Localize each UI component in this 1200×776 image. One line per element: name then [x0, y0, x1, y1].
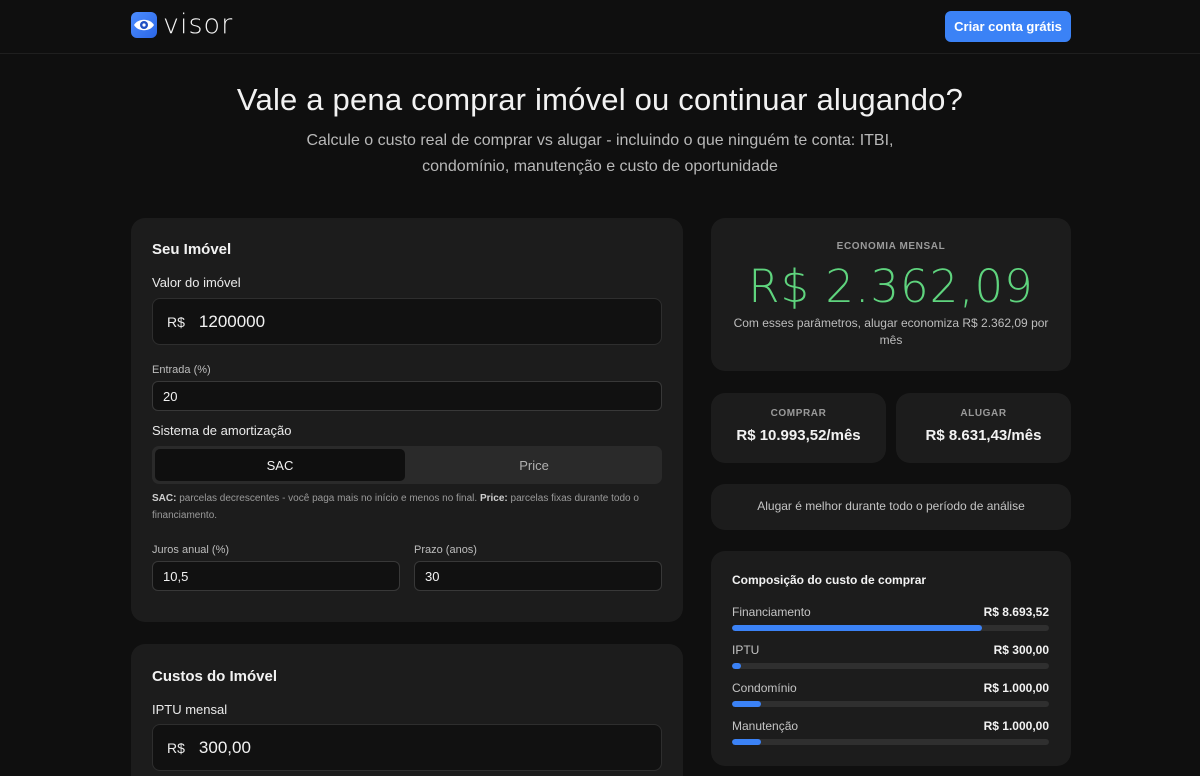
composition-item-name: Condomínio [732, 681, 797, 695]
currency-prefix: R$ [167, 313, 185, 330]
property-value-label: Valor do imóvel [152, 275, 241, 290]
property-value: 1200000 [198, 311, 266, 331]
costs-card: Custos do Imóvel IPTU mensal R$ 300,00 [131, 644, 683, 776]
term-input[interactable]: 30 [414, 561, 662, 591]
eye-icon [131, 12, 157, 38]
buy-cost-card: COMPRAR R$ 10.993,52/mês [711, 393, 886, 463]
amortization-option-sac[interactable]: SAC [155, 449, 405, 481]
buy-value: R$ 10.993,52/mês [736, 427, 861, 444]
create-account-button[interactable]: Criar conta grátis [945, 11, 1071, 42]
top-navigation-bar: visor Criar conta grátis [0, 0, 1200, 54]
help-price-term: Price: [479, 493, 508, 504]
monthly-economy-card: ECONOMIA MENSAL R$ 2.362,09 Com esses pa… [711, 218, 1071, 371]
amortization-toggle: SAC Price [152, 446, 662, 484]
composition-bar-track [732, 701, 1049, 707]
down-payment-input[interactable]: 20 [152, 381, 662, 411]
brand-logo[interactable]: visor [131, 9, 234, 40]
composition-bar-track [732, 663, 1049, 669]
iptu-input[interactable]: R$ 300,00 [152, 724, 662, 771]
property-value-input[interactable]: R$ 1200000 [152, 298, 662, 345]
composition-bar-fill [732, 663, 741, 669]
cost-composition-card: Composição do custo de comprar Financiam… [711, 551, 1071, 766]
composition-bar-track [732, 739, 1049, 745]
amortization-help-text: SAC: parcelas decrescentes - você paga m… [152, 490, 662, 524]
composition-bar-fill [732, 625, 983, 631]
composition-bar-fill [732, 739, 761, 745]
term-label: Prazo (anos) [414, 544, 477, 556]
composition-item-amount: R$ 8.693,52 [983, 605, 1049, 619]
composition-item-amount: R$ 1.000,00 [983, 719, 1049, 733]
page-subtitle: Calcule o custo real de comprar vs aluga… [306, 132, 894, 175]
iptu-label: IPTU mensal [152, 702, 228, 717]
rent-label: ALUGAR [960, 408, 1007, 419]
composition-row-financing: Financiamento R$ 8.693,52 [732, 605, 1049, 635]
composition-title: Composição do custo de comprar [732, 573, 927, 587]
brand-name: visor [163, 9, 234, 40]
amortization-option-price[interactable]: Price [409, 449, 659, 481]
help-sac-text: parcelas decrescentes - você paga mais n… [176, 493, 480, 504]
economy-value: R$ 2.362,09 [748, 260, 1034, 313]
verdict-card: Alugar é melhor durante todo o período d… [711, 484, 1071, 530]
economy-label: ECONOMIA MENSAL [836, 241, 946, 252]
property-card-title: Seu Imóvel [152, 241, 232, 258]
iptu-value: 300,00 [198, 737, 251, 757]
composition-bar-track [732, 625, 1049, 631]
rent-value: R$ 8.631,43/mês [925, 427, 1042, 444]
composition-item-name: Financiamento [732, 605, 811, 619]
buy-label: COMPRAR [770, 408, 827, 419]
interest-label: Juros anual (%) [152, 544, 230, 556]
composition-item-amount: R$ 1.000,00 [983, 681, 1049, 695]
composition-row-maintenance: Manutenção R$ 1.000,00 [732, 719, 1049, 749]
economy-description: Com esses parâmetros, alugar economiza R… [733, 316, 1049, 347]
rent-cost-card: ALUGAR R$ 8.631,43/mês [896, 393, 1071, 463]
composition-item-name: Manutenção [732, 719, 799, 733]
verdict-text: Alugar é melhor durante todo o período d… [757, 499, 1025, 513]
down-payment-label: Entrada (%) [152, 364, 211, 376]
help-sac-term: SAC: [152, 493, 177, 504]
interest-input[interactable]: 10,5 [152, 561, 400, 591]
amortization-label: Sistema de amortização [152, 423, 292, 438]
composition-row-iptu: IPTU R$ 300,00 [732, 643, 1049, 673]
costs-card-title: Custos do Imóvel [152, 668, 278, 685]
page-title: Vale a pena comprar imóvel ou continuar … [236, 82, 964, 117]
property-card: Seu Imóvel Valor do imóvel R$ 1200000 En… [131, 218, 683, 622]
composition-item-amount: R$ 300,00 [993, 643, 1049, 657]
composition-item-name: IPTU [732, 643, 760, 657]
composition-bar-fill [732, 701, 761, 707]
currency-prefix: R$ [167, 739, 185, 756]
composition-row-condo: Condomínio R$ 1.000,00 [732, 681, 1049, 711]
